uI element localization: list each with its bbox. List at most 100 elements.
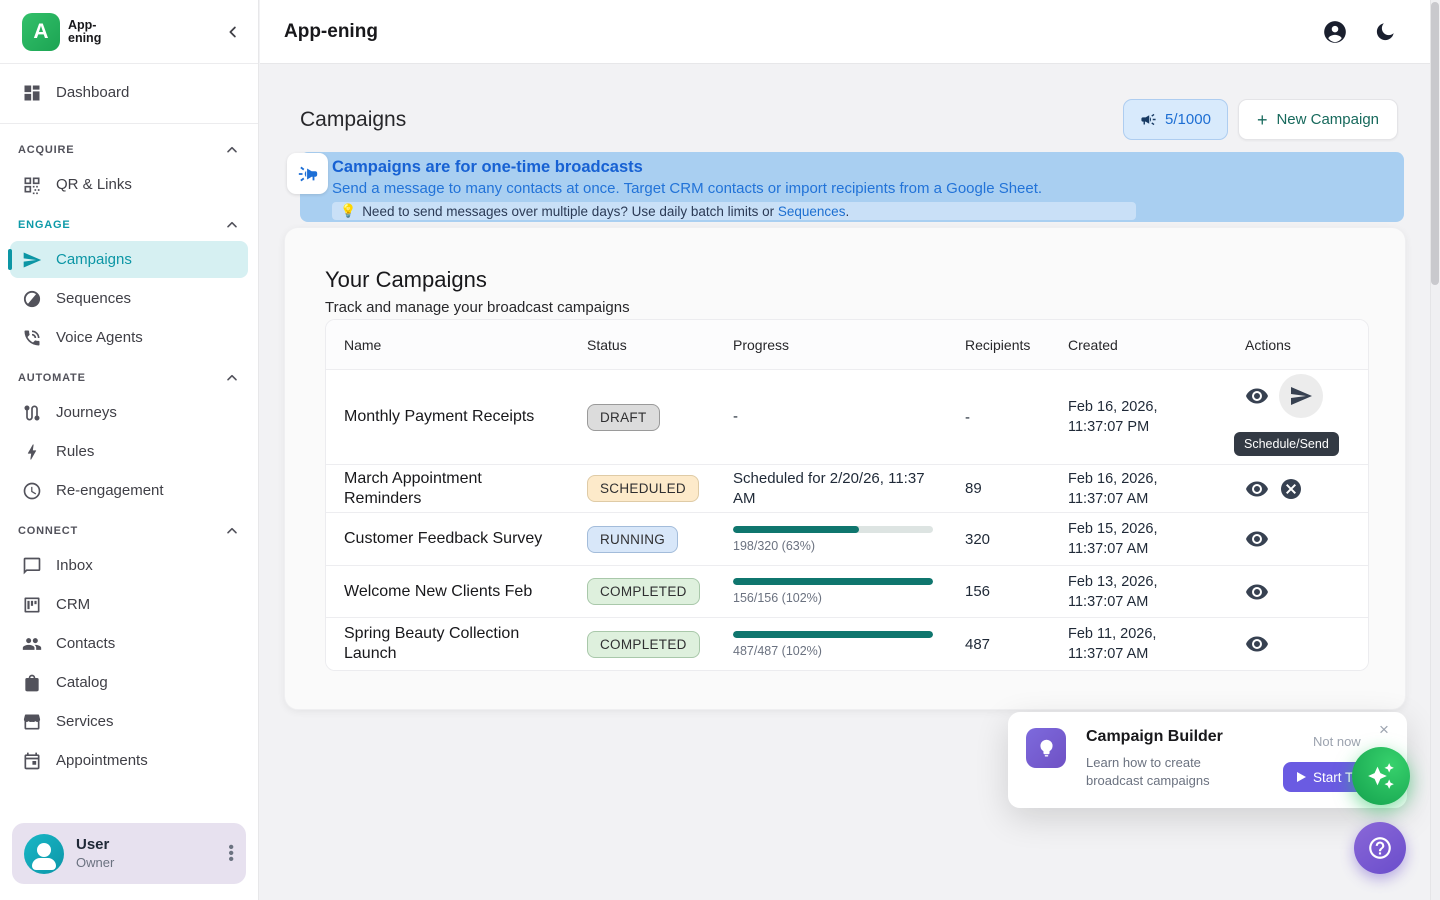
sidebar-item-label: Journeys [56,404,117,421]
phone-icon [22,328,42,348]
inbox-icon [22,556,42,576]
topbar-title: App-ening [284,21,378,43]
sidebar-logo-row: A App-ening [0,0,258,64]
help-fab[interactable] [1354,822,1406,874]
sidebar-item-voice-agents[interactable]: Voice Agents [10,319,248,356]
app-logo: A [22,13,60,51]
topbar: App-ening [260,0,1440,64]
scrollbar-thumb[interactable] [1431,2,1439,285]
not-now-button[interactable]: Not now [1313,734,1361,749]
sidebar-item-rules[interactable]: Rules [10,433,248,470]
section-header-connect[interactable]: CONNECT [10,515,248,545]
sidebar-collapse-icon[interactable] [224,23,242,41]
section-label: AUTOMATE [18,372,86,384]
created-date: Feb 11, 2026,11:37:07 AM [1068,624,1245,664]
cancel-campaign-button[interactable] [1279,477,1303,501]
view-campaign-button[interactable] [1245,580,1269,604]
view-campaign-button[interactable] [1245,384,1269,408]
bolt-icon [22,442,42,462]
sidebar-nav: Dashboard ACQUIRE QR & Links ENGAGECampaign… [0,64,258,900]
campaigns-card-subtitle: Track and manage your broadcast campaign… [325,299,630,316]
sidebar-item-label: Sequences [56,290,131,307]
sidebar-item-contacts[interactable]: Contacts [10,625,248,662]
sidebar-item-label: Re-engagement [56,482,164,499]
sidebar-item-re-engagement[interactable]: Re-engagement [10,472,248,509]
created-date: Feb 16, 2026,11:37:07 AM [1068,469,1245,509]
sidebar-item-sequences[interactable]: Sequences [10,280,248,317]
sidebar-item-appointments[interactable]: Appointments [10,742,248,779]
sidebar-item-dashboard[interactable]: Dashboard [10,74,248,111]
kanban-icon [22,595,42,615]
ai-assistant-fab[interactable] [1352,747,1410,805]
col-status: Status [587,337,733,353]
send-icon [22,250,42,270]
sidebar-item-label: Catalog [56,674,108,691]
table-header-row: Name Status Progress Recipients Created … [326,320,1368,370]
campaign-name: March Appointment Reminders [344,469,587,509]
section-header-automate[interactable]: AUTOMATE [10,362,248,392]
table-row: Monthly Payment ReceiptsDRAFT--Feb 16, 2… [326,370,1368,465]
section-header-acquire[interactable]: ACQUIRE [10,134,248,164]
progress-bar [733,631,933,638]
nav-section-acquire: ACQUIRE QR & Links [0,123,258,207]
sidebar-item-qr-links[interactable]: QR & Links [10,166,248,203]
account-icon[interactable] [1322,19,1348,45]
campaign-builder-popup: Campaign Builder Learn how to create bro… [1008,712,1407,808]
status-badge: SCHEDULED [587,475,699,502]
progress-label: 487/487 (102%) [733,644,933,658]
scrollbar-track[interactable] [1430,0,1440,900]
dark-mode-icon[interactable] [1374,21,1396,43]
help-icon [1367,835,1393,861]
col-recipients: Recipients [965,337,1068,353]
megaphone-icon [1140,111,1157,128]
recipients-count: 487 [965,636,1068,653]
campaigns-table: Name Status Progress Recipients Created … [325,319,1369,671]
half-circle-icon [22,289,42,309]
section-label: CONNECT [18,525,78,537]
view-campaign-button[interactable] [1245,527,1269,551]
sidebar-item-label: CRM [56,596,90,613]
user-card[interactable]: User Owner ••• [12,823,246,884]
qr-icon [22,175,42,195]
created-date: Feb 13, 2026,11:37:07 AM [1068,572,1245,612]
sidebar-item-label: Dashboard [56,84,129,101]
sidebar-item-services[interactable]: Services [10,703,248,740]
col-progress: Progress [733,337,965,353]
new-campaign-label: New Campaign [1276,111,1379,128]
sidebar-item-catalog[interactable]: Catalog [10,664,248,701]
quota-value: 5/1000 [1165,111,1211,128]
user-role: Owner [76,854,114,872]
page-title: Campaigns [300,108,406,132]
col-actions: Actions [1245,337,1369,353]
nav-section-engage: ENGAGECampaigns Sequences Voice Agents [0,207,258,360]
sidebar: A App-ening Dashboard ACQUIRE QR & Links EN… [0,0,259,900]
user-avatar-icon [24,834,64,874]
recipients-count: 156 [965,583,1068,600]
popup-title: Campaign Builder [1086,728,1223,746]
sequences-link[interactable]: Sequences [778,204,846,219]
chevron-up-icon [224,142,240,158]
sidebar-item-campaigns[interactable]: Campaigns [10,241,248,278]
user-menu-icon[interactable]: ••• [228,845,234,863]
nav-section-automate: AUTOMATE Journeys Rules Re-engagement [0,360,258,513]
banner-title: Campaigns are for one-time broadcasts [332,157,1392,178]
campaign-name: Customer Feedback Survey [344,529,587,549]
close-icon[interactable]: × [1379,720,1389,740]
nav-section: Dashboard [0,70,258,115]
campaign-quota-badge[interactable]: 5/1000 [1123,99,1228,140]
created-date: Feb 16, 2026,11:37:07 PM [1068,397,1245,437]
view-campaign-button[interactable] [1245,632,1269,656]
sidebar-item-journeys[interactable]: Journeys [10,394,248,431]
section-header-engage[interactable]: ENGAGE [10,209,248,239]
new-campaign-button[interactable]: + New Campaign [1238,99,1398,140]
sidebar-item-label: Contacts [56,635,115,652]
sidebar-item-crm[interactable]: CRM [10,586,248,623]
schedule-send-button[interactable] [1279,374,1323,418]
view-campaign-button[interactable] [1245,477,1269,501]
popup-subtitle: Learn how to create broadcast campaigns [1086,754,1246,790]
broadcast-info-banner: Campaigns are for one-time broadcasts Se… [300,152,1404,222]
section-label: ACQUIRE [18,144,74,156]
sidebar-item-inbox[interactable]: Inbox [10,547,248,584]
recipients-count: - [965,409,1068,426]
campaign-name: Monthly Payment Receipts [344,407,587,427]
